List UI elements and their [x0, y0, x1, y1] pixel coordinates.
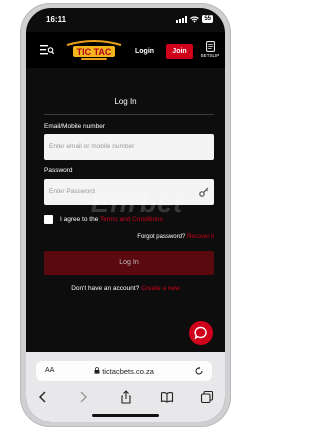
terms-checkbox[interactable]: [44, 215, 53, 224]
bookmarks-icon[interactable]: [160, 390, 174, 404]
login-link[interactable]: Login: [135, 48, 154, 55]
battery-icon: 55: [202, 15, 213, 23]
lock-icon: [94, 367, 100, 374]
wifi-icon: [190, 15, 200, 23]
back-icon[interactable]: [36, 390, 50, 404]
forward-icon[interactable]: [76, 390, 90, 404]
address-bar[interactable]: AA tictacbets.co.za: [36, 361, 212, 381]
home-indicator: [92, 414, 159, 417]
recover-link[interactable]: Recover it: [187, 234, 214, 240]
form-title: Log In: [114, 97, 137, 106]
join-button[interactable]: Join: [166, 44, 193, 59]
forgot-text: Forgot password?: [137, 234, 186, 240]
title-divider: [44, 114, 214, 115]
signal-icon: [176, 15, 188, 23]
terms-agreement: I agree to the Terms and Conditions: [60, 216, 163, 223]
create-account-link[interactable]: Create a new: [141, 285, 180, 292]
password-label: Password: [44, 167, 73, 174]
status-bar: 16:11 55: [26, 8, 225, 30]
login-submit-button[interactable]: Log In: [44, 251, 214, 275]
agree-text: I agree to the: [60, 216, 99, 223]
forgot-password: Forgot password? Recover it: [137, 234, 214, 240]
site-header: TIC TAC Login Join BETSLIP: [26, 32, 225, 68]
menu-search-icon[interactable]: [40, 45, 54, 55]
status-time: 16:11: [46, 15, 67, 24]
chat-button[interactable]: [189, 321, 213, 345]
browser-bar: AA tictacbets.co.za: [26, 352, 225, 422]
tabs-icon[interactable]: [200, 390, 214, 404]
betslip-label: BETSLIP: [200, 53, 220, 58]
url-text: tictacbets.co.za: [36, 367, 212, 376]
email-label: Email/Mobile number: [44, 123, 106, 130]
betslip-icon: [205, 41, 215, 52]
share-icon[interactable]: [119, 390, 133, 404]
tictac-logo[interactable]: TIC TAC: [63, 39, 125, 61]
no-account-text: Don't have an account?: [71, 285, 140, 292]
reload-icon[interactable]: [194, 366, 204, 376]
terms-link[interactable]: Terms and Conditions: [100, 216, 163, 223]
phone-screen: 16:11 55 TIC TAC Login Join BETSLIP Log …: [26, 8, 225, 422]
browser-toolbar: [26, 390, 225, 404]
chat-icon: [194, 326, 207, 340]
email-field[interactable]: Enter email or mobile number: [44, 134, 214, 160]
signup-prompt: Don't have an account? Create a new: [26, 285, 225, 292]
email-placeholder: Enter email or mobile number: [49, 143, 135, 150]
logo-text: TIC TAC: [77, 47, 112, 57]
betslip-button[interactable]: BETSLIP: [200, 41, 220, 58]
watermark: Efirbet: [90, 188, 184, 218]
